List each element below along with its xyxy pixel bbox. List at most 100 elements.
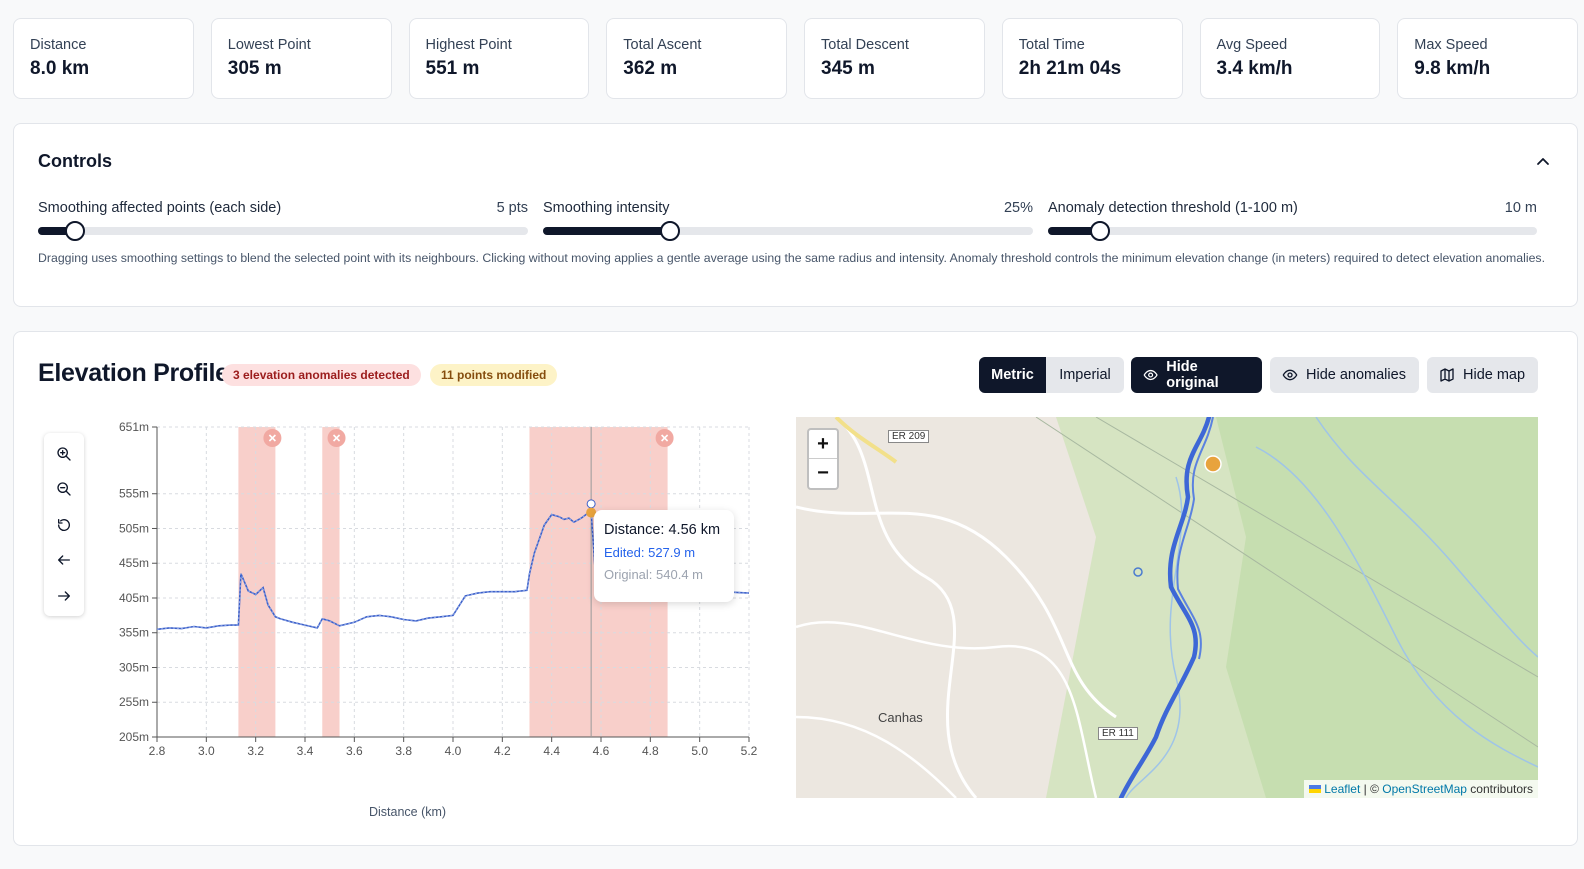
smoothing-intensity-slider-group: Smoothing intensity 25% — [543, 200, 1033, 241]
map-tiles — [796, 417, 1538, 798]
zoom-in-icon[interactable] — [56, 446, 72, 462]
stat-lowest-point: Lowest Point 305 m — [210, 18, 392, 99]
hide-anomalies-button[interactable]: Hide anomalies — [1270, 357, 1419, 393]
osm-link[interactable]: OpenStreetMap — [1382, 782, 1467, 796]
slider-label: Smoothing intensity — [543, 200, 670, 216]
road-label: ER 209 — [888, 430, 930, 443]
arrow-left-icon[interactable] — [56, 552, 72, 568]
tooltip-original: Original: 540.4 m — [604, 567, 703, 582]
place-label: Canhas — [878, 710, 923, 725]
slider-label: Smoothing affected points (each side) — [38, 200, 282, 216]
slider-thumb[interactable] — [660, 221, 681, 241]
slider-value: 10 m — [1504, 200, 1537, 216]
hide-original-button[interactable]: Hide original — [1131, 357, 1262, 393]
zoom-out-icon[interactable] — [56, 481, 72, 497]
anomaly-band — [322, 427, 340, 737]
stat-label: Total Descent — [821, 37, 909, 53]
x-tick-label: 5.2 — [741, 744, 758, 758]
stat-label: Distance — [30, 37, 87, 53]
y-tick-label: 455m — [119, 556, 149, 570]
map-attribution: Leaflet | © OpenStreetMap contributors — [1304, 780, 1538, 798]
stat-label: Highest Point — [425, 37, 512, 53]
y-tick-label: 305m — [119, 660, 149, 674]
stat-value: 305 m — [227, 58, 282, 79]
controls-help-text: Dragging uses smoothing settings to blen… — [38, 251, 1545, 265]
y-tick-label: 505m — [119, 521, 149, 535]
x-tick-label: 3.6 — [346, 744, 363, 758]
stat-value: 362 m — [623, 58, 678, 79]
stats-row: Distance 8.0 km Lowest Point 305 m Highest… — [13, 18, 1578, 99]
leaflet-link[interactable]: Leaflet — [1324, 782, 1360, 796]
road-label: ER 111 — [1098, 727, 1138, 740]
x-tick-label: 4.4 — [543, 744, 560, 758]
y-tick-label: 355m — [119, 626, 149, 640]
stat-value: 3.4 km/h — [1216, 58, 1293, 79]
x-tick-label: 3.0 — [198, 744, 215, 758]
stat-label: Avg Speed — [1216, 37, 1288, 53]
map-icon — [1440, 368, 1454, 382]
stat-label: Lowest Point — [227, 37, 311, 53]
slider-fill — [543, 227, 671, 235]
metric-button[interactable]: Metric — [979, 357, 1046, 393]
x-tick-label: 4.8 — [642, 744, 659, 758]
stat-distance: Distance 8.0 km — [13, 18, 194, 99]
eye-icon — [1282, 369, 1298, 381]
stat-value: 345 m — [821, 58, 875, 79]
stat-value: 8.0 km — [30, 58, 90, 79]
smoothing-points-slider[interactable] — [38, 221, 528, 241]
controls-title: Controls — [38, 151, 112, 171]
chart-tooltip: Distance: 4.56 km Edited: 527.9 m Origin… — [594, 510, 734, 602]
imperial-button[interactable]: Imperial — [1046, 357, 1124, 393]
stat-value: 2h 21m 04s — [1018, 58, 1122, 79]
hide-map-label: Hide map — [1463, 367, 1526, 383]
stat-value: 9.8 km/h — [1414, 58, 1491, 79]
x-tick-label: 3.8 — [395, 744, 412, 758]
ukraine-flag-icon — [1309, 785, 1322, 793]
modified-badge: 11 points modified — [430, 364, 558, 386]
x-tick-label: 3.4 — [297, 744, 314, 758]
slider-thumb[interactable] — [64, 221, 85, 241]
x-tick-label: 5.0 — [691, 744, 708, 758]
tooltip-distance: Distance: 4.56 km — [604, 522, 721, 538]
stat-label: Total Time — [1018, 37, 1085, 53]
arrow-right-icon[interactable] — [56, 588, 72, 604]
smoothing-points-slider-group: Smoothing affected points (each side) 5 … — [38, 200, 528, 241]
tooltip-edited: Edited: 527.9 m — [604, 545, 696, 560]
x-tick-label: 4.6 — [593, 744, 610, 758]
x-tick-label: 4.2 — [494, 744, 511, 758]
x-tick-label: 3.2 — [247, 744, 264, 758]
controls-panel: Controls Smoothing affected points (each… — [13, 123, 1578, 307]
stat-avg-speed: Avg Speed 3.4 km/h — [1199, 18, 1381, 99]
original-point-marker — [586, 499, 596, 509]
attrib-separator: | © — [1360, 782, 1383, 796]
slider-thumb[interactable] — [1090, 221, 1111, 241]
eye-icon — [1143, 369, 1158, 381]
smoothing-intensity-slider[interactable] — [543, 221, 1033, 241]
zoom-out-button[interactable]: − — [809, 459, 837, 488]
hide-map-button[interactable]: Hide map — [1427, 357, 1538, 393]
chevron-up-icon[interactable] — [1535, 154, 1551, 170]
hide-anomalies-label: Hide anomalies — [1306, 367, 1406, 383]
hide-original-label: Hide original — [1166, 359, 1219, 391]
map-zoom-control: + − — [807, 428, 839, 490]
y-tick-label: 651m — [119, 420, 149, 434]
stat-label: Total Ascent — [623, 37, 702, 53]
reset-icon[interactable] — [56, 517, 72, 533]
stat-total-ascent: Total Ascent 362 m — [606, 18, 787, 99]
position-marker — [1204, 455, 1222, 473]
anomaly-badge: 3 elevation anomalies detected — [222, 364, 421, 386]
zoom-in-button[interactable]: + — [809, 430, 837, 459]
slider-value: 5 pts — [496, 200, 528, 216]
anomaly-threshold-slider[interactable] — [1048, 221, 1537, 241]
y-tick-label: 555m — [119, 487, 149, 501]
attrib-rest: contributors — [1466, 782, 1533, 796]
stat-max-speed: Max Speed 9.8 km/h — [1397, 18, 1578, 99]
y-tick-label: 405m — [119, 591, 149, 605]
route-map[interactable]: ER 209 ER 111 Canhas + − Leaflet | © Ope… — [796, 417, 1538, 798]
x-tick-label: 2.8 — [149, 744, 166, 758]
y-tick-label: 205m — [119, 730, 149, 744]
stat-total-time: Total Time 2h 21m 04s — [1001, 18, 1183, 99]
anomaly-threshold-slider-group: Anomaly detection threshold (1-100 m) 10… — [1048, 200, 1537, 241]
elevation-panel: Elevation Profile 3 elevation anomalies … — [13, 331, 1578, 846]
y-tick-label: 255m — [119, 695, 149, 709]
